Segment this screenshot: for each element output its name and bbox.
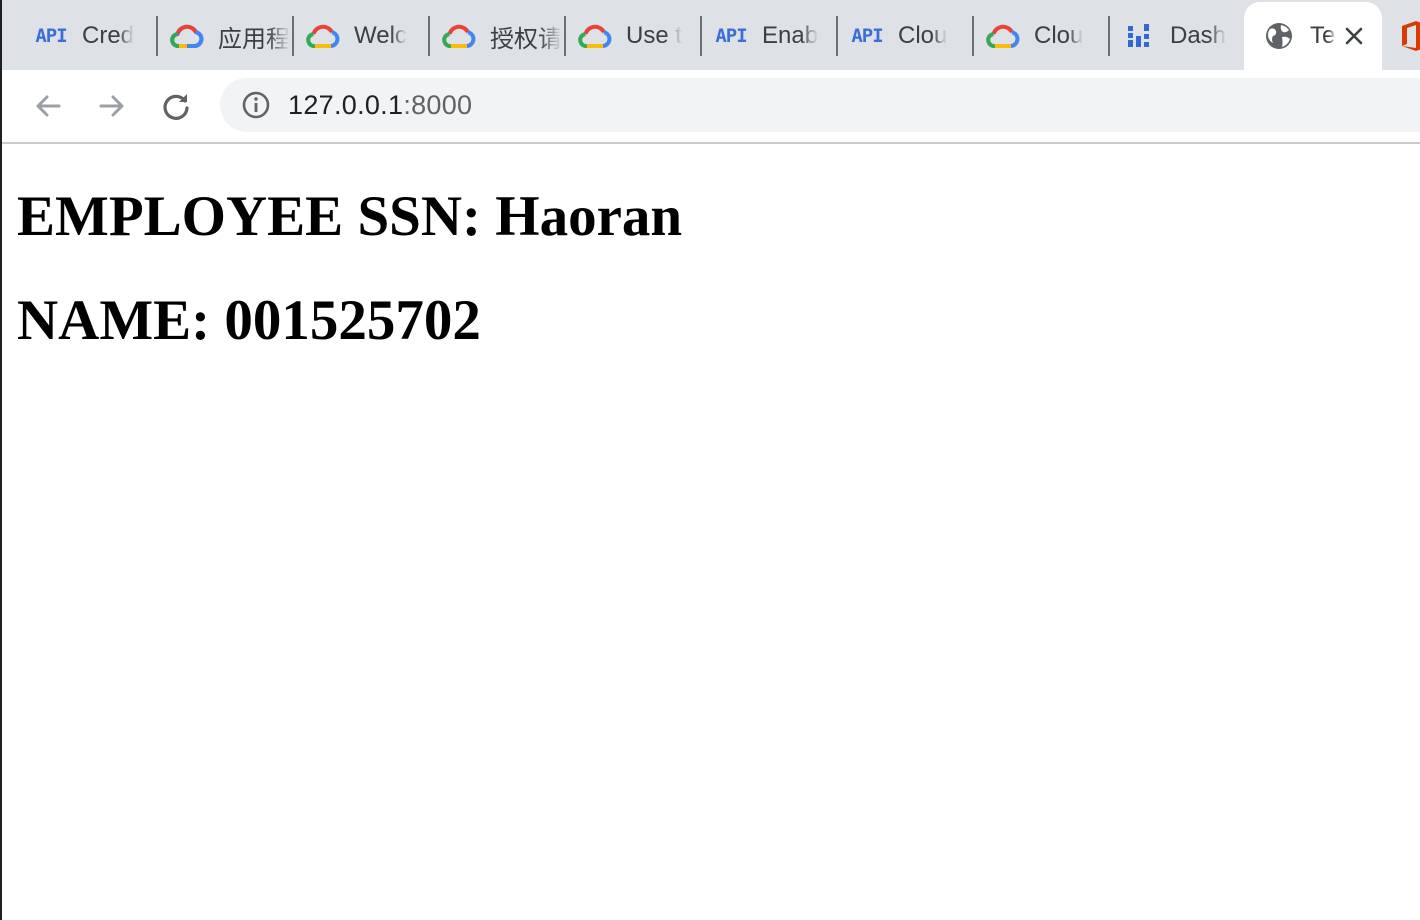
office-icon	[1396, 19, 1420, 53]
tab-dashboard[interactable]: Dash	[1090, 2, 1244, 70]
arrow-right-icon	[99, 95, 124, 117]
google-cloud-icon	[578, 19, 612, 53]
info-icon[interactable]	[240, 89, 272, 121]
tab-enable[interactable]: API Enab	[682, 2, 836, 70]
url-text[interactable]: 127.0.0.1:8000	[288, 90, 472, 121]
url-port: :8000	[403, 89, 473, 120]
tab-strip: API Cred 应用程 Welc 授权请 Use t API Enab API…	[2, 0, 1420, 70]
tab-title: Welc	[354, 22, 407, 49]
dashboard-icon	[1122, 19, 1156, 53]
google-cloud-icon	[986, 19, 1020, 53]
tab-credentials[interactable]: API Cred	[2, 2, 156, 70]
reload-icon	[163, 94, 189, 120]
reload-button[interactable]	[156, 86, 196, 126]
tab-welcome[interactable]: Welc	[274, 2, 428, 70]
tab-title: Cred	[82, 22, 135, 49]
tab-title: Clou	[1034, 22, 1084, 49]
google-cloud-icon	[442, 19, 476, 53]
employee-name-heading: NAME: 001525702	[17, 289, 481, 352]
google-cloud-icon	[170, 19, 204, 53]
api-icon: API	[35, 25, 67, 47]
google-cloud-icon	[306, 19, 340, 53]
address-bar[interactable]: 127.0.0.1:8000	[220, 78, 1420, 132]
arrow-left-icon	[36, 95, 61, 117]
tab-app[interactable]: 应用程	[138, 2, 292, 70]
forward-button[interactable]	[92, 86, 132, 126]
tab-title: Use t	[626, 22, 683, 49]
page-content: EMPLOYEE SSN: Haoran NAME: 001525702	[2, 144, 1420, 920]
api-icon: API	[851, 25, 883, 47]
tab-cloud[interactable]: Clou	[954, 2, 1108, 70]
close-icon[interactable]	[1340, 22, 1368, 50]
browser-window: API Cred 应用程 Welc 授权请 Use t API Enab API…	[0, 0, 1420, 920]
back-button[interactable]	[28, 86, 68, 126]
tab-cloud-api[interactable]: API Clou	[818, 2, 972, 70]
tab-title: Clou	[898, 22, 948, 49]
tab-title: Dash	[1170, 22, 1227, 49]
globe-icon	[1262, 19, 1296, 53]
tab-use[interactable]: Use t	[546, 2, 700, 70]
url-host: 127.0.0.1	[288, 89, 404, 120]
tab-office[interactable]	[1384, 2, 1420, 70]
api-icon: API	[715, 25, 747, 47]
tab-title: Enab	[762, 22, 819, 49]
tab-authorization[interactable]: 授权请	[410, 2, 564, 70]
employee-ssn-heading: EMPLOYEE SSN: Haoran	[17, 185, 683, 248]
tab-active-page[interactable]: Te	[1244, 2, 1382, 70]
tab-title: Te	[1310, 22, 1336, 49]
browser-toolbar: 127.0.0.1:8000	[2, 70, 1420, 144]
